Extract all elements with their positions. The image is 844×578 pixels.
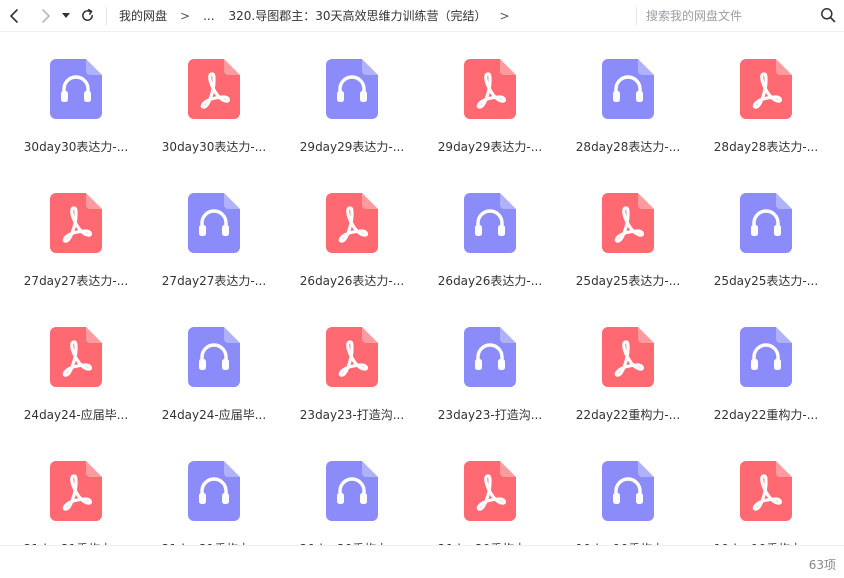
file-item[interactable]: 20day20重构力-... bbox=[283, 435, 421, 545]
file-name: 28day28表达力-... bbox=[713, 140, 819, 154]
file-item[interactable]: 30day30表达力-... bbox=[145, 33, 283, 154]
file-item[interactable]: 28day28表达力-... bbox=[697, 33, 835, 154]
file-item[interactable]: 25day25表达力-... bbox=[559, 167, 697, 288]
file-name: 29day29表达力-... bbox=[299, 140, 405, 154]
audio-file-icon bbox=[464, 193, 516, 253]
file-item[interactable]: 19day19重构力-... bbox=[697, 435, 835, 545]
refresh-icon bbox=[81, 8, 93, 21]
file-item[interactable]: 24day24-应届毕... bbox=[145, 301, 283, 422]
audio-file-icon bbox=[740, 193, 792, 253]
chevron-right-icon bbox=[42, 8, 50, 23]
file-name: 30day30表达力-... bbox=[161, 140, 267, 154]
file-name: 24day24-应届毕... bbox=[161, 408, 267, 422]
file-item[interactable]: 29day29表达力-... bbox=[283, 33, 421, 154]
file-name: 23day23-打造沟... bbox=[437, 408, 543, 422]
file-name: 22day22重构力-... bbox=[713, 408, 819, 422]
search-button[interactable] bbox=[820, 7, 838, 25]
file-item[interactable]: 23day23-打造沟... bbox=[283, 301, 421, 422]
audio-file-icon bbox=[602, 59, 654, 119]
file-item[interactable]: 29day29表达力-... bbox=[421, 33, 559, 154]
file-item[interactable]: 28day28表达力-... bbox=[559, 33, 697, 154]
back-button[interactable] bbox=[4, 0, 26, 32]
file-name: 25day25表达力-... bbox=[713, 274, 819, 288]
file-item[interactable]: 27day27表达力-... bbox=[7, 167, 145, 288]
refresh-button[interactable] bbox=[76, 0, 98, 32]
pdf-file-icon bbox=[188, 59, 240, 119]
audio-file-icon bbox=[188, 193, 240, 253]
item-count: 63项 bbox=[808, 558, 836, 572]
breadcrumb-separator: > bbox=[180, 8, 191, 23]
status-bar: 63项 bbox=[0, 545, 844, 578]
audio-file-icon bbox=[740, 327, 792, 387]
pdf-file-icon bbox=[50, 461, 102, 521]
search-divider bbox=[636, 7, 637, 25]
pdf-file-icon bbox=[740, 59, 792, 119]
file-name: 29day29表达力-... bbox=[437, 140, 543, 154]
file-item[interactable]: 20day20重构力-... bbox=[421, 435, 559, 545]
file-item[interactable]: 19day19重构力-... bbox=[559, 435, 697, 545]
file-name: 24day24-应届毕... bbox=[23, 408, 129, 422]
file-item[interactable]: 25day25表达力-... bbox=[697, 167, 835, 288]
pdf-file-icon bbox=[464, 461, 516, 521]
file-item[interactable]: 27day27表达力-... bbox=[145, 167, 283, 288]
caret-down-icon bbox=[62, 12, 70, 18]
history-dropdown-button[interactable] bbox=[58, 0, 74, 32]
audio-file-icon bbox=[50, 59, 102, 119]
file-name: 23day23-打造沟... bbox=[299, 408, 405, 422]
file-item[interactable]: 22day22重构力-... bbox=[559, 301, 697, 422]
audio-file-icon bbox=[326, 461, 378, 521]
pdf-file-icon bbox=[326, 193, 378, 253]
file-name: 27day27表达力-... bbox=[161, 274, 267, 288]
breadcrumb-root[interactable]: 我的网盘 bbox=[119, 7, 167, 24]
file-name: 27day27表达力-... bbox=[23, 274, 129, 288]
breadcrumb-current[interactable]: 320.导图郡主：30天高效思维力训练营（完结） bbox=[229, 7, 487, 24]
pdf-file-icon bbox=[464, 59, 516, 119]
file-name: 26day26表达力-... bbox=[437, 274, 543, 288]
file-item[interactable]: 30day30表达力-... bbox=[7, 33, 145, 154]
pdf-file-icon bbox=[740, 461, 792, 521]
search-input[interactable] bbox=[646, 6, 814, 26]
file-item[interactable]: 21day21重构力-... bbox=[7, 435, 145, 545]
audio-file-icon bbox=[188, 461, 240, 521]
file-grid: 30day30表达力-... 30day30表达力-... 29day29表达力-.… bbox=[0, 33, 844, 545]
pdf-file-icon bbox=[326, 327, 378, 387]
audio-file-icon bbox=[188, 327, 240, 387]
audio-file-icon bbox=[326, 59, 378, 119]
chevron-left-icon bbox=[10, 8, 18, 23]
file-item[interactable]: 24day24-应届毕... bbox=[7, 301, 145, 422]
file-name: 26day26表达力-... bbox=[299, 274, 405, 288]
audio-file-icon bbox=[464, 327, 516, 387]
file-item[interactable]: 23day23-打造沟... bbox=[421, 301, 559, 422]
toolbar: 我的网盘 > ... 320.导图郡主：30天高效思维力训练营（完结） > bbox=[0, 0, 844, 32]
file-name: 30day30表达力-... bbox=[23, 140, 129, 154]
search-icon bbox=[821, 8, 836, 23]
file-item[interactable]: 26day26表达力-... bbox=[421, 167, 559, 288]
file-item[interactable]: 26day26表达力-... bbox=[283, 167, 421, 288]
file-name: 28day28表达力-... bbox=[575, 140, 681, 154]
pdf-file-icon bbox=[50, 327, 102, 387]
forward-button[interactable] bbox=[34, 0, 56, 32]
pdf-file-icon bbox=[50, 193, 102, 253]
breadcrumb: 我的网盘 > ... 320.导图郡主：30天高效思维力训练营（完结） > bbox=[119, 0, 523, 32]
file-name: 22day22重构力-... bbox=[575, 408, 681, 422]
file-item[interactable]: 22day22重构力-... bbox=[697, 301, 835, 422]
pdf-file-icon bbox=[602, 193, 654, 253]
file-name: 25day25表达力-... bbox=[575, 274, 681, 288]
breadcrumb-trailing-separator[interactable]: > bbox=[500, 9, 510, 23]
breadcrumb-ellipsis[interactable]: ... bbox=[203, 9, 214, 23]
audio-file-icon bbox=[602, 461, 654, 521]
pdf-file-icon bbox=[602, 327, 654, 387]
toolbar-divider bbox=[106, 6, 107, 25]
file-item[interactable]: 21day21重构力-... bbox=[145, 435, 283, 545]
